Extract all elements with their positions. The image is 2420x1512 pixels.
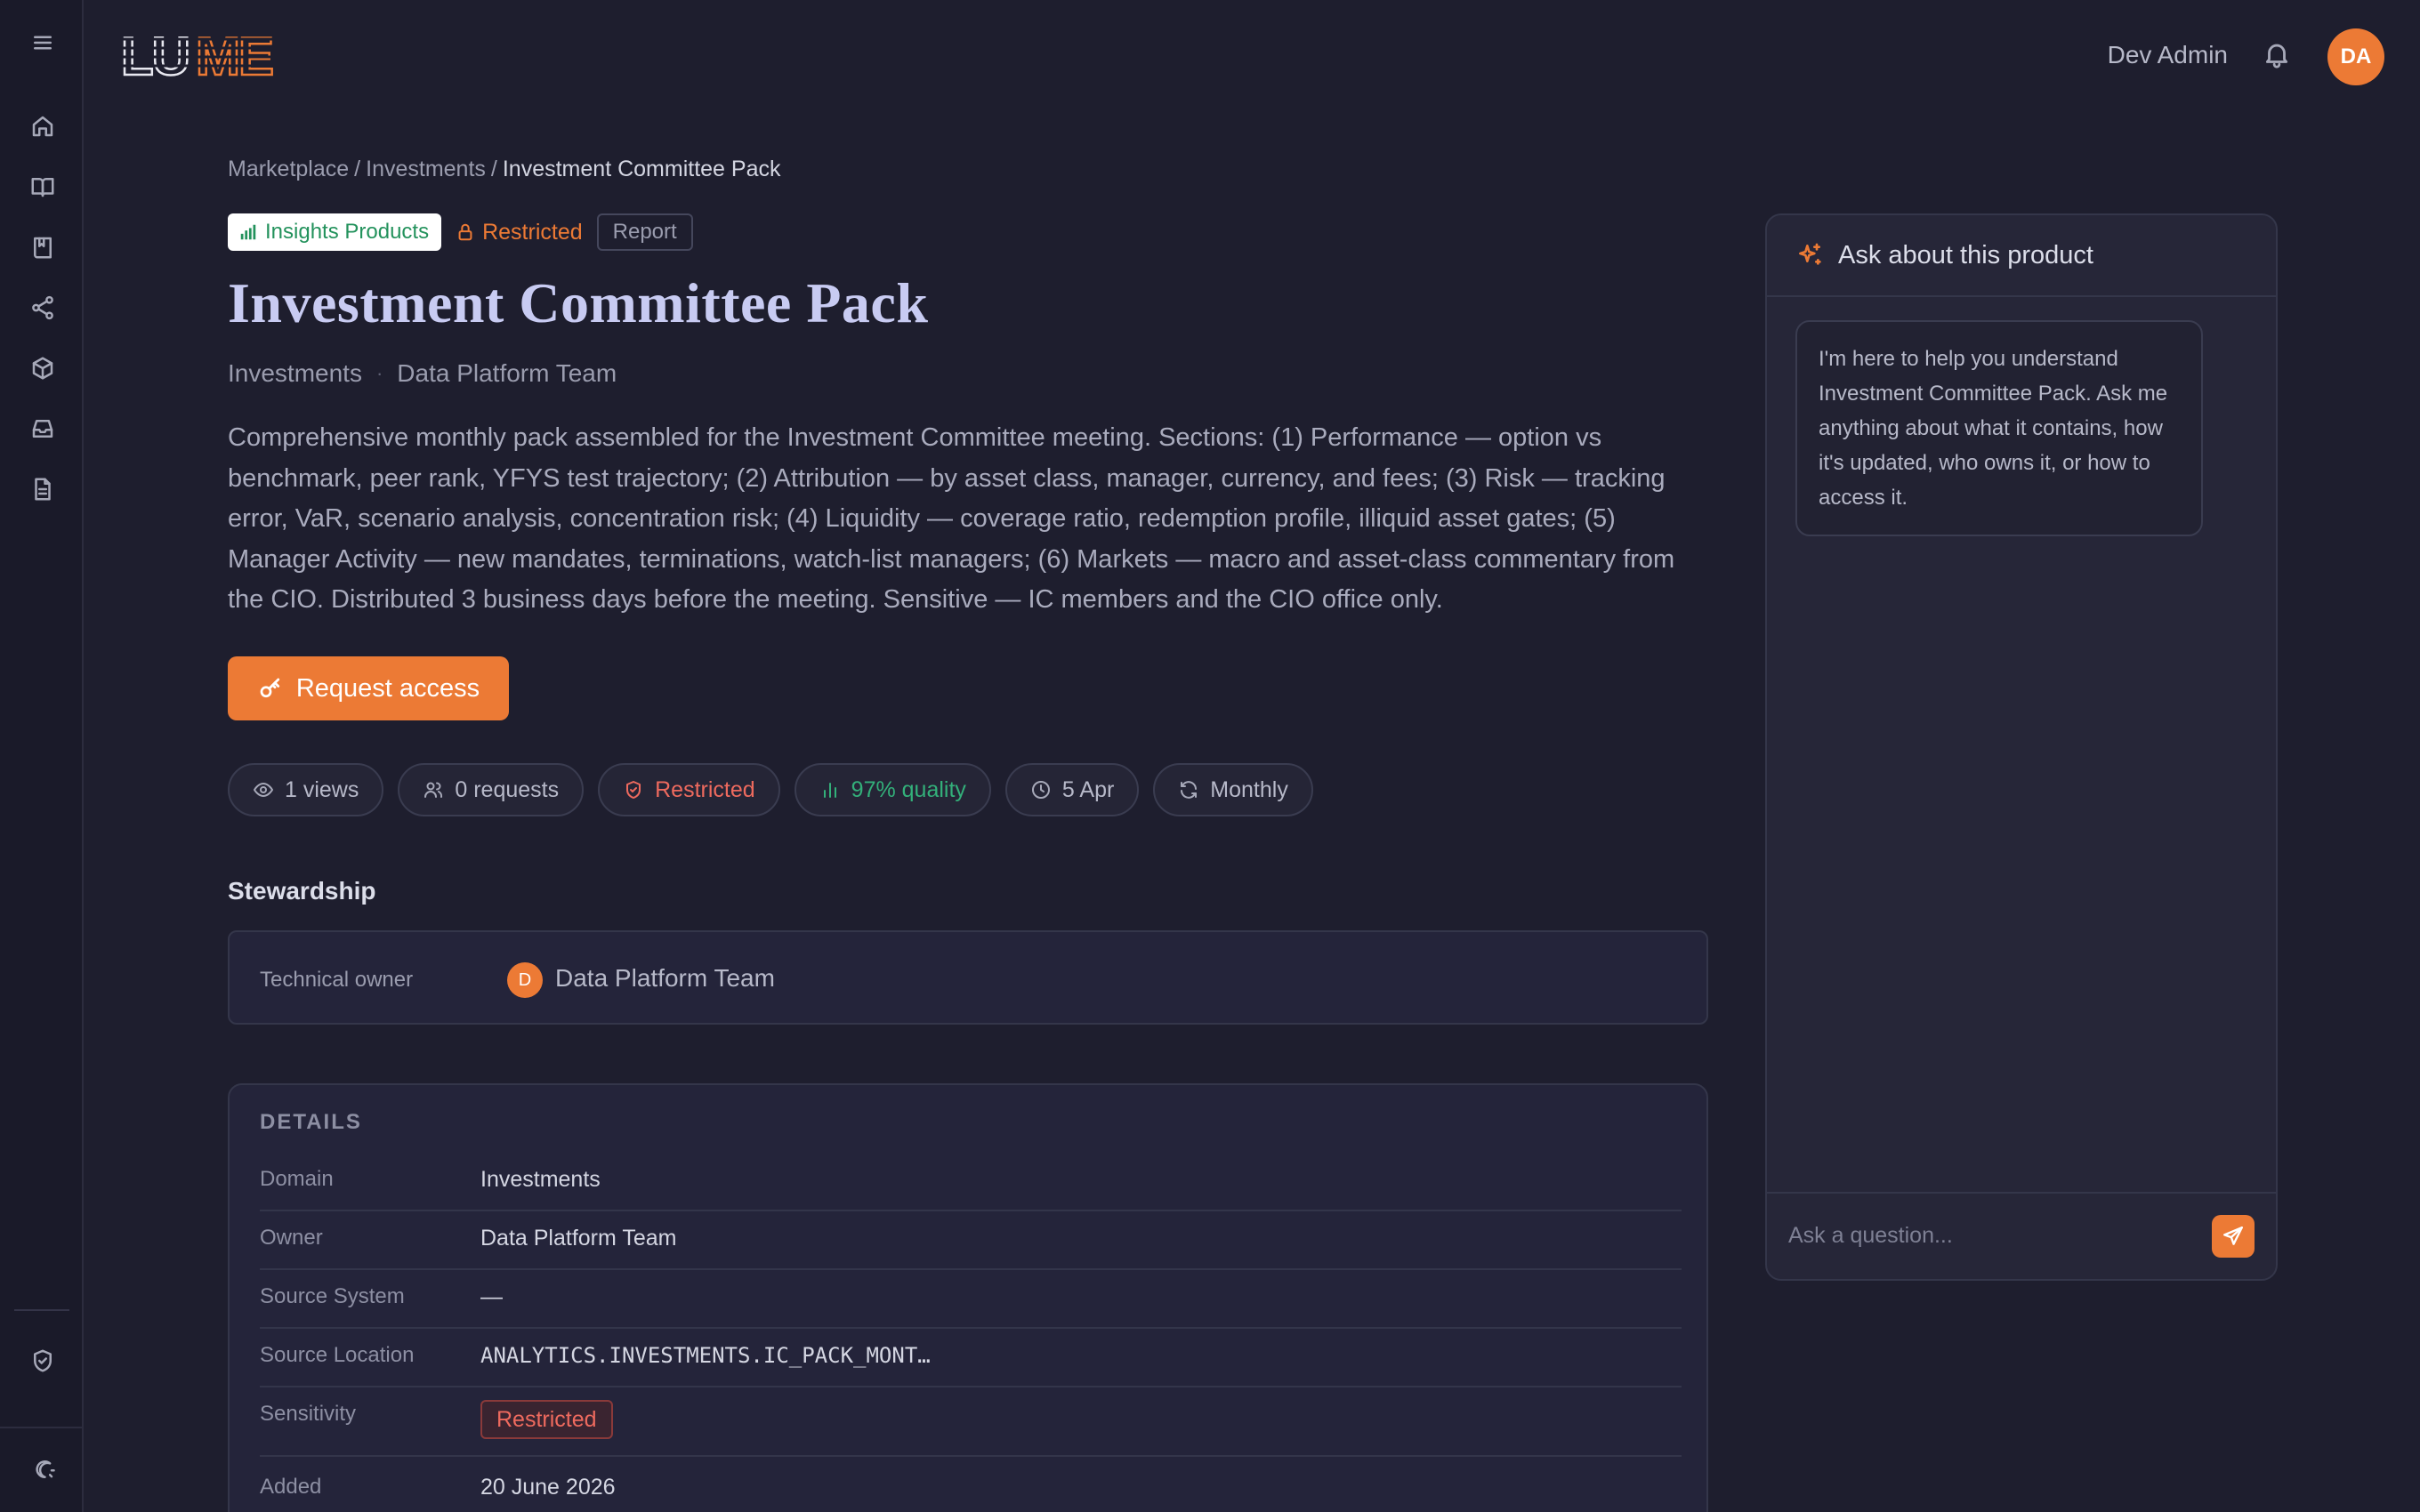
avatar[interactable]: DA: [2327, 28, 2384, 85]
access-level: Restricted: [655, 776, 755, 802]
breadcrumb: Marketplace / Investments / Investment Commi…: [228, 157, 780, 182]
sidebar-divider-bottom: [0, 1427, 84, 1428]
technical-owner-name[interactable]: Data Platform Team: [555, 964, 775, 993]
detail-row-source-location: Source Location ANALYTICS.INVESTMENTS.IC…: [260, 1329, 1682, 1387]
update-frequency: Monthly: [1210, 776, 1288, 802]
request-access-button[interactable]: Request access: [228, 656, 509, 720]
detail-value: 20 June 2026: [480, 1475, 616, 1500]
detail-key: Added: [260, 1475, 322, 1499]
chat-input-bar: [1767, 1192, 2276, 1279]
requests-count: 0 requests: [455, 776, 560, 802]
breadcrumb-separator: /: [354, 157, 361, 181]
frequency-pill: Monthly: [1153, 763, 1313, 816]
stewardship-heading: Stewardship: [228, 877, 376, 905]
document-icon[interactable]: [21, 468, 64, 511]
home-icon[interactable]: [21, 105, 64, 148]
access-tag-label: Restricted: [482, 219, 583, 245]
subtitle-dot: ·: [375, 362, 383, 384]
product-description: Comprehensive monthly pack assembled for…: [228, 423, 1675, 614]
shield-check-icon[interactable]: [21, 1339, 64, 1382]
request-access-label: Request access: [295, 673, 480, 703]
breadcrumb-current: Investment Committee Pack: [502, 157, 781, 181]
updated-date: 5 Apr: [1061, 776, 1115, 802]
detail-row-source-system: Source System —: [260, 1270, 1682, 1329]
detail-key: Owner: [260, 1226, 323, 1250]
send-button[interactable]: [2212, 1215, 2255, 1258]
users-icon: [424, 782, 443, 798]
breadcrumb-separator: /: [490, 157, 497, 181]
brand-logo[interactable]: LU ME: [119, 27, 283, 82]
eye-icon: [254, 783, 273, 797]
access-pill: Restricted: [598, 763, 780, 816]
views-pill: 1 views: [228, 763, 384, 816]
chat-input[interactable]: [1788, 1213, 2198, 1258]
views-count: 1 views: [285, 776, 359, 802]
detail-row-sensitivity: Sensitivity Restricted: [260, 1387, 1682, 1457]
sparkles-icon: [1799, 243, 1821, 265]
sensitivity-badge: Restricted: [480, 1400, 613, 1439]
product-team[interactable]: Data Platform Team: [397, 359, 617, 388]
key-icon: [260, 678, 279, 698]
sidebar-divider: [14, 1309, 69, 1311]
chat-title: Ask about this product: [1838, 240, 2093, 269]
theme-toggle-icon[interactable]: [21, 1448, 64, 1491]
shield-check-icon: [626, 781, 641, 799]
details-heading: DETAILS: [260, 1110, 362, 1134]
access-tag: Restricted: [456, 220, 583, 245]
clock-icon: [1031, 781, 1050, 799]
detail-row-domain: Domain Investments: [260, 1153, 1682, 1211]
book-bookmark-icon[interactable]: [21, 226, 64, 269]
chat-header: Ask about this product: [1767, 215, 2276, 297]
menu-icon[interactable]: [21, 21, 64, 64]
stats-row: 1 views 0 requests Restricted 97% qualit…: [228, 763, 1313, 816]
details-card: DETAILS Domain Investments Owner Data Pl…: [228, 1083, 1708, 1512]
page-title: Investment Committee Pack: [228, 271, 929, 334]
refresh-icon: [1181, 781, 1198, 799]
assistant-message: I'm here to help you understand Investme…: [1795, 320, 2203, 536]
owner-avatar: D: [507, 962, 543, 998]
product-subtitle: Investments · Data Platform Team: [228, 359, 617, 388]
detail-key: Source Location: [260, 1343, 415, 1367]
detail-key: Source System: [260, 1284, 405, 1308]
quality-pill: 97% quality: [794, 763, 991, 816]
user-name[interactable]: Dev Admin: [2108, 41, 2228, 69]
inbox-icon[interactable]: [21, 407, 64, 450]
send-icon: [2223, 1226, 2243, 1245]
bar-chart-icon: [240, 224, 256, 240]
detail-row-owner: Owner Data Platform Team: [260, 1211, 1682, 1270]
product-domain[interactable]: Investments: [228, 359, 362, 388]
lock-icon: [458, 223, 472, 241]
quality-score: 97% quality: [851, 776, 966, 802]
detail-value: Investments: [480, 1167, 601, 1192]
share-icon[interactable]: [21, 286, 64, 329]
detail-row-added: Added 20 June 2026: [260, 1457, 1682, 1512]
updated-pill: 5 Apr: [1004, 763, 1140, 816]
svg-text:ME: ME: [196, 27, 272, 82]
technical-owner-label: Technical owner: [260, 968, 414, 992]
breadcrumb-marketplace[interactable]: Marketplace: [228, 157, 349, 181]
bell-icon[interactable]: [2260, 37, 2294, 71]
detail-value: —: [480, 1284, 503, 1309]
stewardship-card: Technical owner D Data Platform Team: [228, 930, 1708, 1025]
book-open-icon[interactable]: [21, 165, 64, 208]
type-tag: Report: [596, 213, 693, 251]
requests-pill: 0 requests: [398, 763, 585, 816]
category-tag-label: Insights Products: [265, 220, 430, 244]
breadcrumb-investments[interactable]: Investments: [366, 157, 486, 181]
detail-value[interactable]: ANALYTICS.INVESTMENTS.IC_PACK_MONT…: [480, 1343, 931, 1368]
package-icon[interactable]: [21, 347, 64, 390]
category-tag[interactable]: Insights Products: [228, 213, 442, 251]
svg-text:LU: LU: [121, 27, 189, 82]
product-tags: Insights Products Restricted Report: [228, 213, 693, 251]
detail-key: Sensitivity: [260, 1402, 357, 1426]
bar-chart-icon: [823, 783, 836, 798]
chat-panel: Ask about this product I'm here to help …: [1765, 213, 2278, 1281]
detail-value: Data Platform Team: [480, 1226, 677, 1251]
sidebar: [0, 0, 84, 1512]
detail-key: Domain: [260, 1167, 334, 1191]
